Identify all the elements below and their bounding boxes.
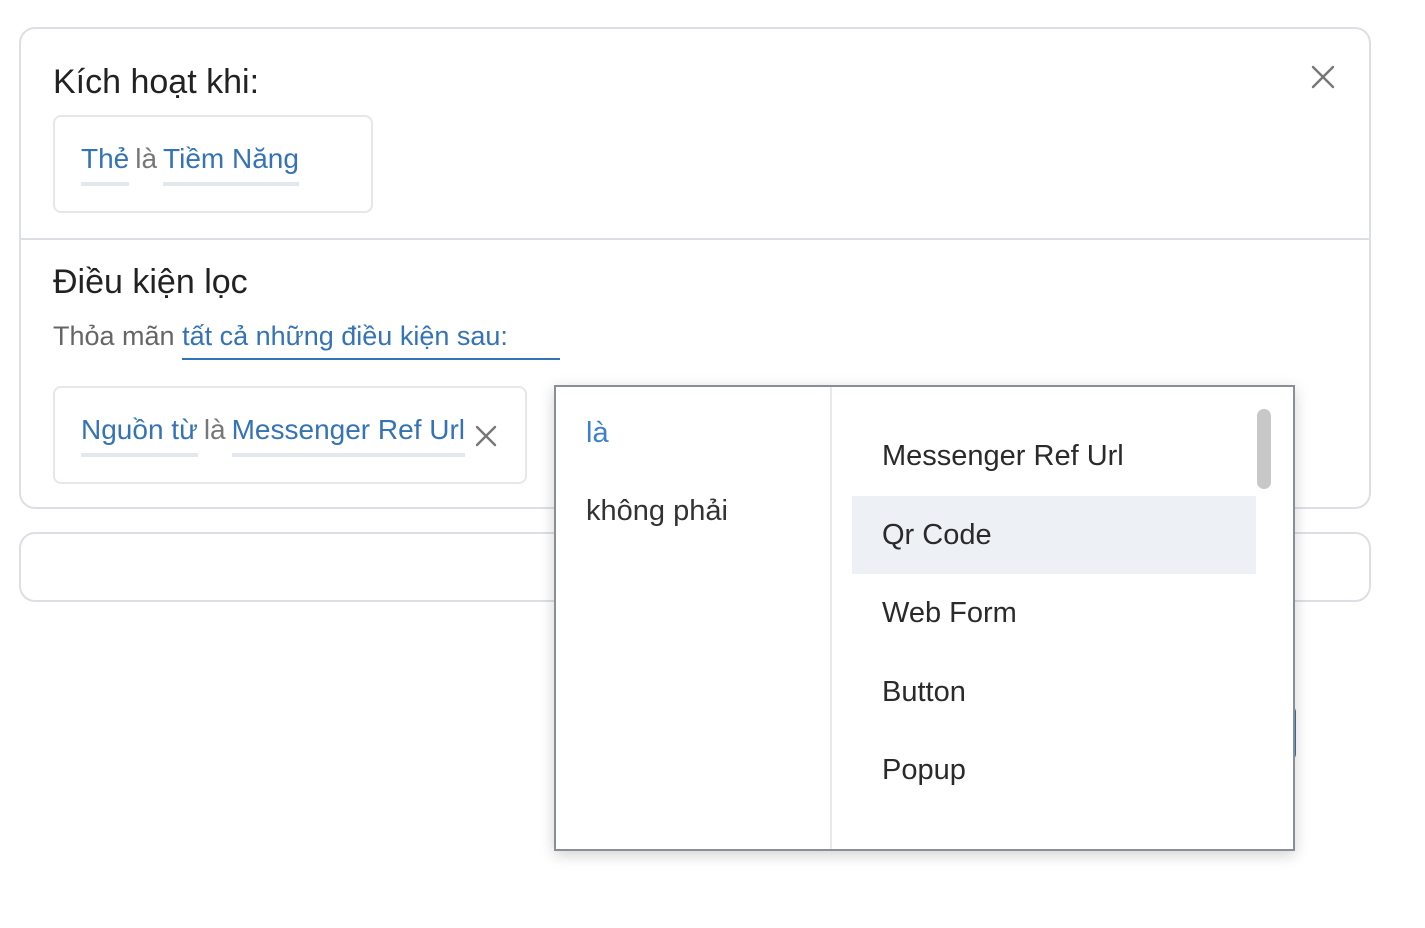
- match-mode-line: Thỏa mãn tất cả những điều kiện sau:: [53, 321, 560, 360]
- trigger-field-token[interactable]: Thẻ: [81, 142, 130, 186]
- operator-list: là không phải: [556, 387, 832, 849]
- value-option[interactable]: Qr Code: [852, 496, 1256, 574]
- trigger-title: Kích hoạt khi:: [53, 63, 260, 101]
- operator-option-is-not[interactable]: không phải: [586, 495, 728, 528]
- value-option[interactable]: Button: [852, 653, 1256, 731]
- value-option[interactable]: Web Form: [852, 574, 1256, 652]
- close-icon[interactable]: [1311, 65, 1335, 89]
- trigger-condition-row: Thẻ là Tiềm Năng: [81, 117, 299, 211]
- filter-condition-row: Nguồn từ là Messenger Ref Url: [81, 388, 466, 482]
- value-list-scrollbar[interactable]: [1257, 409, 1271, 489]
- filter-field-token[interactable]: Nguồn từ: [81, 413, 198, 457]
- filter-title: Điều kiện lọc: [53, 263, 248, 301]
- filter-condition-chip[interactable]: Nguồn từ là Messenger Ref Url: [53, 386, 527, 484]
- trigger-condition-chip[interactable]: Thẻ là Tiềm Năng: [53, 115, 373, 213]
- value-option[interactable]: Popup: [852, 731, 1256, 809]
- filter-operator-text: là: [203, 414, 226, 446]
- filter-value-token[interactable]: Messenger Ref Url: [231, 413, 466, 457]
- value-option[interactable]: Messenger Ref Url: [852, 417, 1256, 495]
- condition-dropdown: là không phải Messenger Ref Url Qr Code …: [554, 385, 1295, 851]
- section-divider: [21, 238, 1369, 240]
- match-mode-selector[interactable]: tất cả những điều kiện sau:: [182, 321, 560, 360]
- trigger-value-token[interactable]: Tiềm Năng: [163, 142, 299, 186]
- value-list: Messenger Ref Url Qr Code Web Form Butto…: [832, 387, 1293, 849]
- remove-condition-icon[interactable]: [475, 425, 497, 447]
- match-prefix: Thỏa mãn: [53, 321, 175, 351]
- trigger-operator-text: là: [135, 143, 158, 175]
- operator-option-is[interactable]: là: [586, 417, 609, 450]
